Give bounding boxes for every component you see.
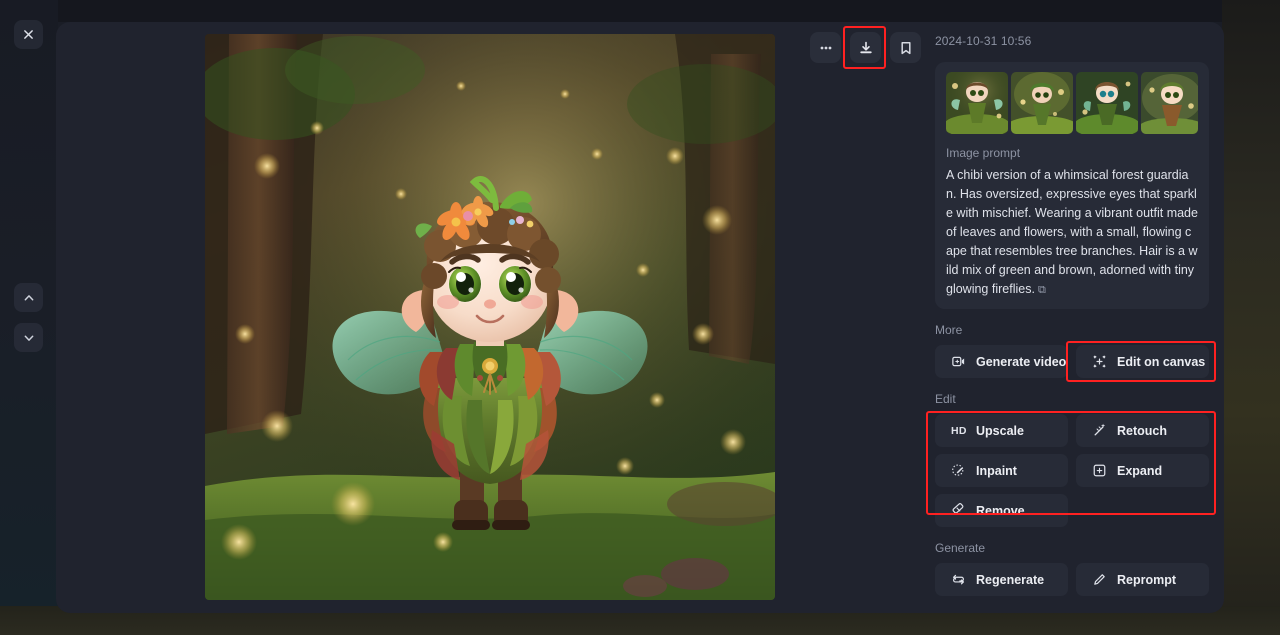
group-generate: Generate Regenerate Reprompt [935,541,1224,596]
group-generate-title: Generate [935,541,986,555]
expand-label: Expand [1117,463,1163,478]
variation-1-art [946,72,1008,134]
regenerate-button[interactable]: Regenerate [935,563,1068,596]
chevron-up-icon [24,294,33,300]
variation-2-art [1011,72,1073,134]
group-more-title: More [935,323,963,337]
prompt-body: A chibi version of a whimsical forest gu… [946,168,1198,296]
bookmark-button[interactable] [890,32,921,63]
variation-4-art [1141,72,1198,134]
close-icon [24,30,33,39]
reprompt-button[interactable]: Reprompt [1076,563,1209,596]
video-frame-icon [951,354,967,369]
group-more: More Generate video Edit on canvas [935,323,1224,382]
edit-on-canvas-button[interactable]: Edit on canvas [1076,345,1209,378]
backdrop-left [0,0,58,635]
group-edit-buttons: HD Upscale Retouch Inpaint Expand Remove [935,414,1224,527]
hero-image-art [205,34,775,600]
upscale-button[interactable]: HD Upscale [935,414,1068,447]
reprompt-label: Reprompt [1117,572,1177,587]
prompt-text: A chibi version of a whimsical forest gu… [946,166,1198,300]
eraser-icon [951,503,967,518]
image-stage [56,22,976,613]
variation-thumbnail-4[interactable] [1141,72,1198,134]
canvas-crop-icon [1092,354,1108,369]
previous-image-button[interactable] [14,283,43,312]
bookmark-icon [900,41,911,54]
detail-panel: 2024-10-31 10:56 Image prompt A chibi ve… [56,22,1224,613]
download-button[interactable] [850,32,881,63]
ellipsis-icon [820,46,831,49]
next-image-button[interactable] [14,323,43,352]
timestamp: 2024-10-31 10:56 [935,34,1032,48]
app-root: 2024-10-31 10:56 Image prompt A chibi ve… [0,0,1280,635]
inpaint-label: Inpaint [976,463,1017,478]
copy-prompt-icon[interactable]: ⧉ [1038,281,1046,300]
group-generate-buttons: Regenerate Reprompt [935,563,1224,596]
variation-thumbnail-2[interactable] [1011,72,1073,134]
retouch-label: Retouch [1117,423,1167,438]
group-edit: Edit HD Upscale Retouch Inpaint Expand R… [926,392,1224,527]
remove-label: Remove [976,503,1025,518]
generate-video-button[interactable]: Generate video [935,345,1068,378]
edit-on-canvas-label: Edit on canvas [1117,354,1206,369]
refresh-icon [951,572,967,587]
regenerate-label: Regenerate [976,572,1045,587]
group-edit-title: Edit [935,392,956,406]
close-button[interactable] [14,20,43,49]
backdrop-top [0,0,1280,22]
download-icon [859,41,872,53]
backdrop-right [1222,0,1280,635]
group-more-buttons: Generate video Edit on canvas [935,345,1224,378]
prompt-info-card: Image prompt A chibi version of a whimsi… [935,62,1209,309]
inpaint-button[interactable]: Inpaint [935,454,1068,487]
magic-wand-icon [1092,423,1108,438]
more-options-button[interactable] [810,32,841,63]
generate-video-label: Generate video [976,354,1067,369]
variation-thumbnail-1[interactable] [946,72,1008,134]
chevron-down-icon [24,335,33,341]
pencil-icon [1092,572,1108,587]
prompt-label: Image prompt [946,146,1021,160]
variation-thumbnail-3[interactable] [1076,72,1138,134]
expand-frame-icon [1092,463,1108,478]
expand-button[interactable]: Expand [1076,454,1209,487]
image-actions-toolbar [810,32,921,63]
remove-button[interactable]: Remove [935,494,1068,527]
brush-icon [951,463,967,478]
upscale-label: Upscale [976,423,1024,438]
image-info-rail: 2024-10-31 10:56 Image prompt A chibi ve… [926,22,1224,613]
hd-icon: HD [951,424,967,437]
variation-3-art [1076,72,1138,134]
retouch-button[interactable]: Retouch [1076,414,1209,447]
variation-thumbnail-strip [946,72,1198,134]
hero-image[interactable] [205,34,775,600]
